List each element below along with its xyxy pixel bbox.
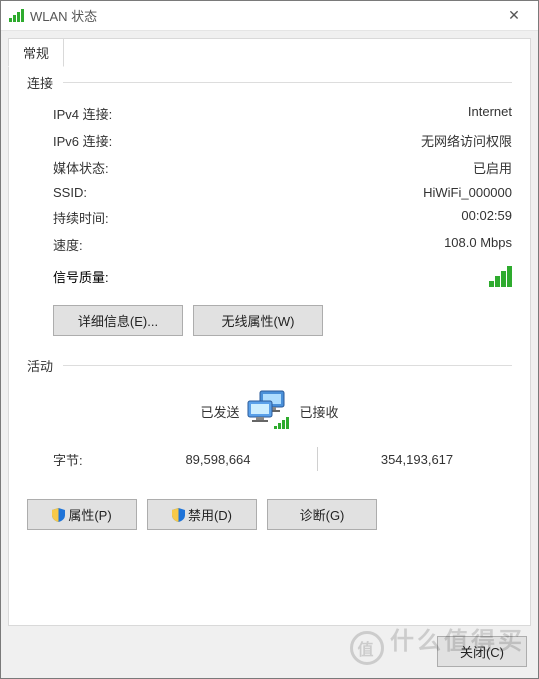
row-ipv6: IPv6 连接: 无网络访问权限 [27,127,512,154]
row-duration: 持续时间: 00:02:59 [27,204,512,231]
divider [317,447,318,471]
bytes-row: 字节: 89,598,664 354,193,617 [27,433,512,479]
divider [63,365,512,366]
row-media: 媒体状态: 已启用 [27,154,512,181]
shield-icon [52,508,65,522]
speed-value: 108.0 Mbps [444,235,512,254]
duration-label: 持续时间: [53,208,109,227]
properties-button[interactable]: 属性(P) [27,499,137,530]
close-button[interactable]: 关闭(C) [437,636,527,667]
row-ipv4: IPv4 连接: Internet [27,100,512,127]
tab-panel: 常规 连接 IPv4 连接: Internet IPv6 连接: 无网络访问权限… [8,38,531,626]
section-activity-label: 活动 [27,356,53,375]
media-value: 已启用 [473,158,512,177]
ssid-value: HiWiFi_000000 [423,185,512,200]
duration-value: 00:02:59 [461,208,512,227]
section-connection: 连接 [27,73,512,92]
speed-label: 速度: [53,235,83,254]
tab-general[interactable]: 常规 [8,38,64,67]
section-activity: 活动 [27,356,512,375]
footer: 关闭(C) [8,626,531,671]
client-area: 常规 连接 IPv4 连接: Internet IPv6 连接: 无网络访问权限… [1,31,538,678]
diagnose-button[interactable]: 诊断(G) [267,499,377,530]
activity-buttons: 属性(P) 禁用(D) 诊断(G) [27,479,512,536]
received-label: 已接收 [300,402,513,421]
shield-icon [172,508,185,522]
wifi-signal-icon [9,9,24,22]
ssid-label: SSID: [53,185,87,200]
connection-buttons: 详细信息(E)... 无线属性(W) [27,295,512,342]
window-title: WLAN 状态 [30,6,494,25]
activity-icon [240,389,300,433]
ipv4-label: IPv4 连接: [53,104,112,123]
ipv6-value: 无网络访问权限 [421,131,512,150]
window-close-button[interactable]: ✕ [494,2,534,30]
received-bytes: 354,193,617 [322,452,512,467]
signal-label: 信号质量: [53,267,109,286]
properties-button-label: 属性(P) [68,508,111,523]
close-icon: ✕ [508,7,520,24]
ipv6-label: IPv6 连接: [53,131,112,150]
section-connection-label: 连接 [27,73,53,92]
sent-label: 已发送 [27,402,240,421]
titlebar: WLAN 状态 ✕ [1,1,538,31]
tab-label: 常规 [23,46,49,61]
row-signal: 信号质量: [27,258,512,295]
row-speed: 速度: 108.0 Mbps [27,231,512,258]
divider [63,82,512,83]
wireless-properties-button[interactable]: 无线属性(W) [193,305,323,336]
ipv4-value: Internet [468,104,512,123]
disable-button-label: 禁用(D) [188,508,232,523]
signal-strength-icon [489,266,512,287]
media-label: 媒体状态: [53,158,109,177]
wlan-status-window: WLAN 状态 ✕ 常规 连接 IPv4 连接: Internet IPv6 连… [0,0,539,679]
activity-row: 已发送 [27,383,512,433]
row-ssid: SSID: HiWiFi_000000 [27,181,512,204]
bytes-label: 字节: [53,450,123,469]
details-button[interactable]: 详细信息(E)... [53,305,183,336]
sent-bytes: 89,598,664 [123,452,313,467]
computers-icon [240,389,300,433]
disable-button[interactable]: 禁用(D) [147,499,257,530]
